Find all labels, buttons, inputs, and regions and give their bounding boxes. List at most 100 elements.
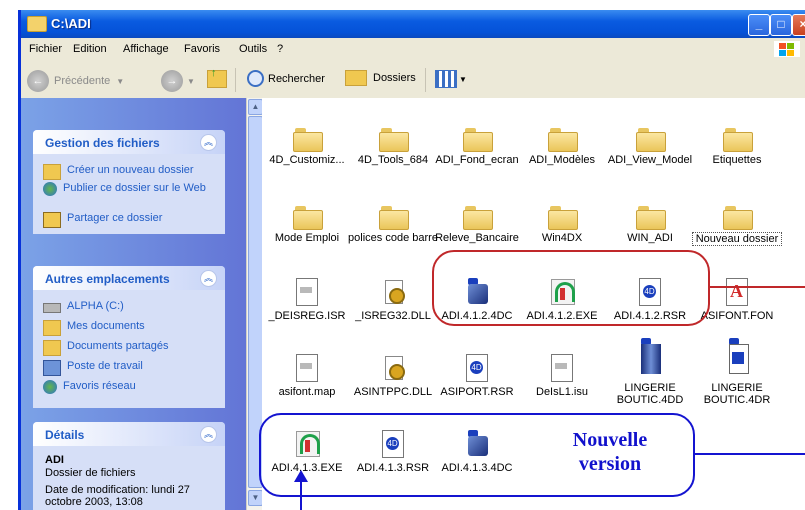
folder-icon bbox=[463, 128, 493, 152]
item-label: polices code barre bbox=[348, 232, 438, 244]
detail-name: ADI bbox=[45, 454, 64, 466]
link-label: Publier ce dossier sur le Web bbox=[63, 182, 206, 194]
globe-icon bbox=[43, 182, 57, 196]
link-publish-web[interactable]: Publier ce dossier sur le Web bbox=[43, 182, 213, 196]
maximize-button[interactable]: □ bbox=[770, 14, 792, 36]
file-item[interactable]: DeIsL1.isu bbox=[517, 354, 607, 398]
folder-item[interactable]: polices code barre bbox=[348, 206, 438, 244]
folder-item[interactable]: Etiquettes bbox=[692, 128, 782, 166]
link-label: Créer un nouveau dossier bbox=[67, 164, 194, 176]
back-button[interactable]: ← Précédente ▼ bbox=[27, 70, 124, 92]
folder-icon bbox=[379, 206, 409, 230]
folder-item[interactable]: Win4DX bbox=[517, 206, 607, 244]
panel-header[interactable]: Détails ︽ bbox=[33, 422, 225, 446]
setup-file-icon bbox=[296, 278, 318, 306]
file-item[interactable]: asifont.map bbox=[262, 354, 352, 398]
item-label: LINGERIE BOUTIC.4DD bbox=[616, 382, 684, 406]
link-label: Mes documents bbox=[67, 320, 145, 332]
isu-file-icon bbox=[551, 354, 573, 382]
search-button[interactable]: Rechercher bbox=[247, 70, 325, 87]
toolbar-separator bbox=[235, 68, 236, 92]
window-title: C:\ADI bbox=[51, 16, 91, 31]
menu-help[interactable]: ? bbox=[277, 43, 283, 55]
file-item[interactable]: _ISREG32.DLL bbox=[348, 278, 438, 322]
collapse-icon[interactable]: ︽ bbox=[200, 134, 217, 151]
toolbar-separator bbox=[425, 68, 426, 92]
link-drive-c[interactable]: ALPHA (C:) bbox=[43, 300, 217, 313]
link-share-folder[interactable]: Partager ce dossier bbox=[43, 212, 217, 228]
folder-icon bbox=[293, 206, 323, 230]
folder-item[interactable]: ADI_Modèles bbox=[517, 128, 607, 166]
folder-icon bbox=[463, 206, 493, 230]
link-new-folder[interactable]: Créer un nouveau dossier bbox=[43, 164, 217, 180]
old-version-highlight bbox=[432, 250, 710, 326]
forward-button[interactable]: → ▼ bbox=[161, 70, 195, 92]
panel-title: Gestion des fichiers bbox=[45, 136, 160, 150]
folders-icon bbox=[345, 70, 367, 86]
menu-favoris[interactable]: Favoris bbox=[184, 43, 220, 55]
link-my-documents[interactable]: Mes documents bbox=[43, 320, 217, 336]
old-version-pointer bbox=[708, 286, 805, 288]
new-version-label: Nouvelle version bbox=[540, 428, 680, 476]
up-folder-button[interactable]: ↑ bbox=[207, 67, 227, 88]
title-bar[interactable]: C:\ADI _ □ × bbox=[21, 10, 805, 38]
item-label: Releve_Bancaire bbox=[435, 232, 519, 244]
folder-item[interactable]: Releve_Bancaire bbox=[432, 206, 522, 244]
arrow-shaft bbox=[300, 480, 302, 510]
item-label: Mode Emploi bbox=[274, 232, 340, 244]
menu-edition[interactable]: Edition bbox=[73, 43, 107, 55]
link-shared-documents[interactable]: Documents partagés bbox=[43, 340, 217, 356]
file-item[interactable]: ASINTPPC.DLL bbox=[348, 354, 438, 398]
folder-icon bbox=[293, 128, 323, 152]
folder-item[interactable]: Nouveau dossier bbox=[692, 206, 782, 246]
panel-file-tasks: Gestion des fichiers ︽ Créer un nouveau … bbox=[33, 130, 225, 234]
item-label: 4D_Customiz... bbox=[269, 154, 345, 166]
folder-item[interactable]: 4D_Customiz... bbox=[262, 128, 352, 166]
item-label: ASINTPPC.DLL bbox=[353, 386, 433, 398]
menu-outils[interactable]: Outils bbox=[239, 43, 267, 55]
back-label: Précédente bbox=[54, 75, 111, 87]
menu-affichage[interactable]: Affichage bbox=[123, 43, 169, 55]
search-icon bbox=[247, 70, 264, 87]
panel-header[interactable]: Autres emplacements ︽ bbox=[33, 266, 225, 290]
file-item[interactable]: LINGERIE BOUTIC.4DD bbox=[605, 338, 695, 406]
folders-label: Dossiers bbox=[373, 72, 416, 84]
folders-button[interactable]: Dossiers bbox=[345, 70, 416, 86]
arrow-up-icon bbox=[294, 470, 308, 482]
folder-item[interactable]: WIN_ADI bbox=[605, 206, 695, 244]
folder-item[interactable]: ADI_Fond_ecran bbox=[432, 128, 522, 166]
panel-title: Détails bbox=[45, 428, 85, 442]
folder-icon bbox=[723, 128, 753, 152]
link-network-places[interactable]: Favoris réseau bbox=[43, 380, 213, 394]
panel-header[interactable]: Gestion des fichiers ︽ bbox=[33, 130, 225, 154]
item-label: ADI_Fond_ecran bbox=[435, 154, 519, 166]
folder-icon bbox=[379, 128, 409, 152]
item-label: ADI_View_Model bbox=[607, 154, 693, 166]
drive-icon bbox=[43, 303, 61, 313]
rsr-file-icon: 4D bbox=[466, 354, 488, 382]
link-my-computer[interactable]: Poste de travail bbox=[43, 360, 217, 376]
link-label: Documents partagés bbox=[67, 340, 169, 352]
scroll-down-icon[interactable]: ▼ bbox=[248, 490, 263, 506]
file-item[interactable]: LINGERIE BOUTIC.4DR bbox=[692, 338, 782, 406]
scroll-up-icon[interactable]: ▲ bbox=[248, 99, 263, 115]
folder-item[interactable]: ADI_View_Model bbox=[605, 128, 695, 166]
collapse-icon[interactable]: ︽ bbox=[200, 426, 217, 443]
item-label: Win4DX bbox=[541, 232, 583, 244]
views-button[interactable]: ▼ bbox=[435, 70, 467, 88]
item-label: _DEISREG.ISR bbox=[268, 310, 346, 322]
minimize-button[interactable]: _ bbox=[748, 14, 770, 36]
link-label: Poste de travail bbox=[67, 360, 143, 372]
menu-fichier[interactable]: Fichier bbox=[29, 43, 62, 55]
item-label: _ISREG32.DLL bbox=[355, 310, 431, 322]
new-version-pointer bbox=[693, 453, 805, 455]
folder-item[interactable]: Mode Emploi bbox=[262, 206, 352, 244]
close-button[interactable]: × bbox=[792, 14, 805, 36]
file-item[interactable]: _DEISREG.ISR bbox=[262, 278, 352, 322]
collapse-icon[interactable]: ︽ bbox=[200, 270, 217, 287]
folder-item[interactable]: 4D_Tools_684 bbox=[348, 128, 438, 166]
share-folder-icon bbox=[43, 212, 61, 228]
file-item[interactable]: 4D ASIPORT.RSR bbox=[432, 354, 522, 398]
search-label: Rechercher bbox=[268, 72, 325, 85]
dll-gear-icon bbox=[379, 278, 407, 306]
